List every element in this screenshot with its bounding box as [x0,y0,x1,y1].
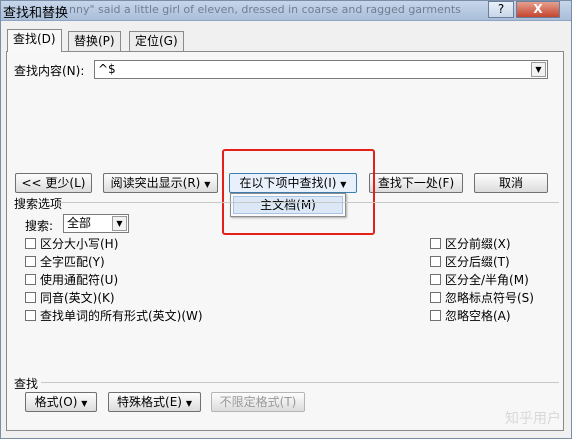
find-what-input[interactable]: ^$ ▼ [94,60,548,79]
find-replace-dialog: 查找和替换 nny" said a little girl of eleven,… [0,0,572,439]
wildcards-label: 使用通配符(U) [40,273,119,287]
match-width-label: 区分全/半角(M) [445,273,529,287]
match-case-checkbox[interactable]: 区分大小写(H) [25,237,118,251]
search-direction-value: 全部 [67,216,92,230]
find-history-dropdown[interactable]: ▼ [531,62,546,77]
checkbox-box[interactable] [430,274,441,285]
special-button[interactable]: 特殊格式(E) ▼ [108,392,201,412]
sounds-like-checkbox[interactable]: 同音(英文)(K) [25,291,115,305]
ignore-punctuation-checkbox[interactable]: 忽略标点符号(S) [430,291,534,305]
whole-word-label: 全字匹配(Y) [40,255,105,269]
tab-replace[interactable]: 替换(P) [68,31,121,51]
all-word-forms-checkbox[interactable]: 查找单词的所有形式(英文)(W) [25,309,203,323]
all-word-forms-label: 查找单词的所有形式(英文)(W) [40,309,203,323]
chevron-down-icon: ▼ [81,399,88,408]
format-button[interactable]: 格式(O) ▼ [25,392,97,412]
checkbox-box[interactable] [25,310,36,321]
tab-goto[interactable]: 定位(G) [129,31,184,51]
tab-find[interactable]: 查找(D) [7,29,62,52]
checkbox-box[interactable] [430,256,441,267]
no-formatting-button[interactable]: 不限定格式(T) [211,392,305,412]
find-next-button[interactable]: 查找下一处(F) [369,173,463,193]
checkbox-box[interactable] [25,238,36,249]
menu-item-main-document[interactable]: 主文档(M) [233,196,343,214]
checkbox-box[interactable] [430,292,441,303]
find-what-value: ^$ [98,62,116,76]
cancel-button[interactable]: 取消 [474,173,548,193]
special-label: 特殊格式(E) [117,395,182,409]
match-suffix-label: 区分后缀(T) [445,255,510,269]
match-suffix-checkbox[interactable]: 区分后缀(T) [430,255,510,269]
search-options-divider [59,202,559,203]
whole-word-checkbox[interactable]: 全字匹配(Y) [25,255,105,269]
less-button[interactable]: << 更少(L) [15,173,92,193]
checkbox-box[interactable] [25,292,36,303]
chevron-down-icon: ▼ [204,180,211,189]
reading-highlight-label: 阅读突出显示(R) [110,176,201,190]
find-in-menu: 主文档(M) [230,193,346,217]
checkbox-box[interactable] [430,310,441,321]
chevron-down-icon[interactable]: ▼ [112,216,127,231]
dialog-title: 查找和替换 [3,6,69,21]
match-prefix-checkbox[interactable]: 区分前缀(X) [430,237,511,251]
find-what-label: 查找内容(N): [14,64,85,78]
find-section-label: 查找 [14,377,39,391]
match-width-checkbox[interactable]: 区分全/半角(M) [430,273,529,287]
checkbox-box[interactable] [25,274,36,285]
help-button[interactable]: ? [488,1,514,18]
search-direction-label: 搜索: [25,219,54,233]
background-document-text: nny" said a little girl of eleven, dress… [69,3,461,16]
ignore-punctuation-label: 忽略标点符号(S) [445,291,534,305]
close-button[interactable]: X [516,1,560,18]
match-case-label: 区分大小写(H) [40,237,119,251]
checkbox-box[interactable] [430,238,441,249]
sounds-like-label: 同音(英文)(K) [40,291,115,305]
format-label: 格式(O) [34,395,78,409]
search-direction-select[interactable]: 全部 ▼ [63,214,129,233]
ignore-whitespace-checkbox[interactable]: 忽略空格(A) [430,309,511,323]
chevron-down-icon: ▼ [185,399,192,408]
watermark: 知乎用户 [505,411,561,427]
ignore-whitespace-label: 忽略空格(A) [445,309,511,323]
wildcards-checkbox[interactable]: 使用通配符(U) [25,273,118,287]
match-prefix-label: 区分前缀(X) [445,237,511,251]
title-bar: 查找和替换 nny" said a little girl of eleven,… [1,1,571,21]
red-highlight-annotation [222,149,375,235]
search-options-label: 搜索选项 [14,197,63,211]
find-section-divider [41,382,559,383]
reading-highlight-button[interactable]: 阅读突出显示(R) ▼ [103,173,218,193]
checkbox-box[interactable] [25,256,36,267]
